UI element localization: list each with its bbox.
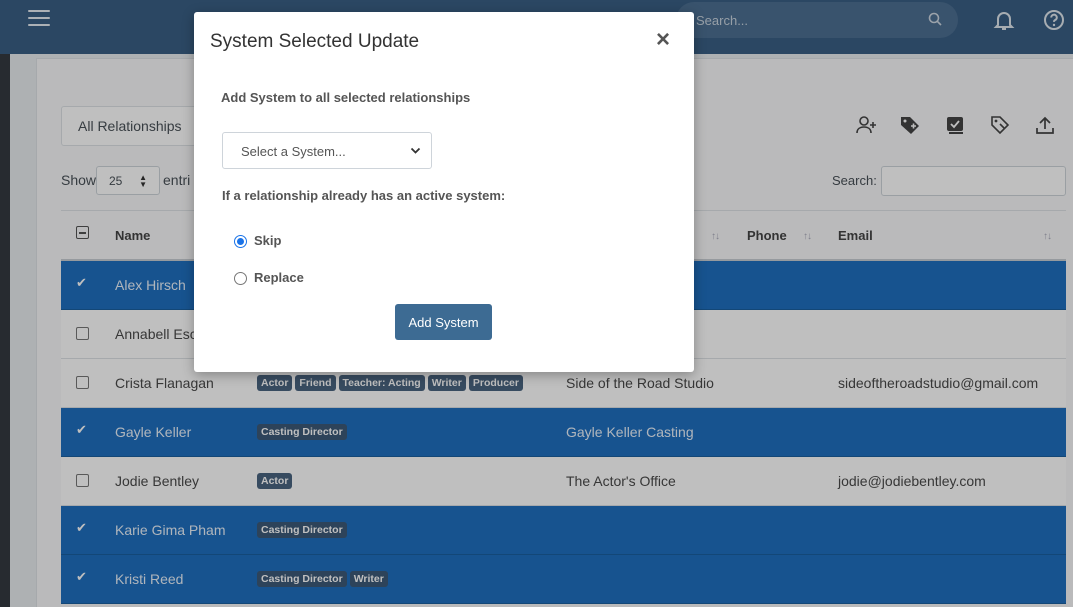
replace-radio[interactable] xyxy=(234,272,247,285)
chevron-down-icon xyxy=(410,147,421,154)
system-update-modal: System Selected Update × Add System to a… xyxy=(194,12,694,372)
modal-title: System Selected Update xyxy=(210,31,420,52)
skip-radio[interactable] xyxy=(234,235,247,248)
system-select[interactable]: Select a System... xyxy=(222,132,432,169)
add-system-button[interactable]: Add System xyxy=(395,304,492,340)
replace-label[interactable]: Replace xyxy=(254,270,304,285)
existing-system-question: If a relationship already has an active … xyxy=(222,188,506,203)
system-select-value: Select a System... xyxy=(241,144,346,159)
skip-label[interactable]: Skip xyxy=(254,233,281,248)
close-icon[interactable]: × xyxy=(656,26,670,54)
modal-subtitle: Add System to all selected relationships xyxy=(221,90,471,105)
